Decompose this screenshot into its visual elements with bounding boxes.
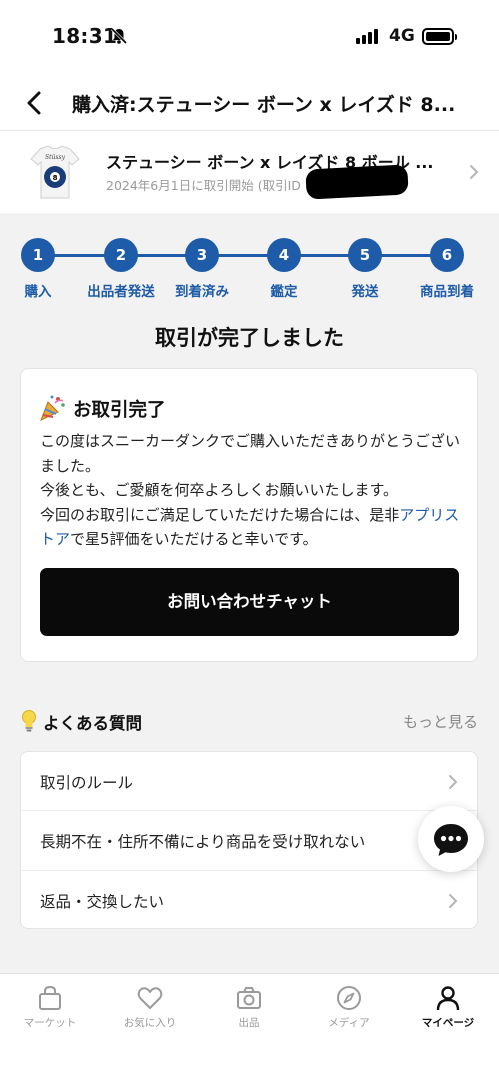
contact-chat-button[interactable]: お問い合わせチャット — [40, 568, 459, 636]
lightbulb-icon — [22, 710, 36, 732]
faq-item-label: 長期不在・住所不備により商品を受け取れない — [40, 833, 366, 852]
person-icon — [436, 986, 460, 1011]
product-name: ステューシー ボーン x レイズド 8 ボール ... — [106, 153, 434, 172]
faq-title: よくある質問 — [43, 714, 142, 733]
redaction-mark — [305, 164, 409, 200]
page-title: 購入済:ステューシー ボーン x レイズド 8... — [72, 94, 456, 116]
back-icon[interactable] — [20, 88, 50, 118]
tab-media[interactable]: メディア — [299, 984, 399, 1030]
step-number: 5 — [348, 238, 382, 272]
signal-icon — [356, 28, 378, 44]
chevron-right-icon — [449, 775, 458, 789]
faq-more-link[interactable]: もっと見る — [403, 711, 478, 732]
faq-item-cannot-receive[interactable]: 長期不在・住所不備により商品を受け取れない — [21, 811, 477, 871]
step-number: 3 — [185, 238, 219, 272]
tab-label: マイページ — [421, 1017, 475, 1029]
step-label: 鑑定 — [270, 284, 298, 300]
progress-steps: 1 購入 2 出品者発送 3 到着済み 4 鑑定 5 発送 6 商品到着 — [0, 238, 499, 304]
svg-text:8: 8 — [53, 174, 58, 182]
status-bar: 18:31 4G — [0, 0, 499, 76]
step-purchase: 1 購入 — [0, 238, 80, 300]
bell-muted-icon — [110, 27, 128, 45]
message-line-3: 今回のお取引にご満足していただけた場合には、是非 — [40, 505, 400, 524]
step-label: 到着済み — [175, 284, 229, 300]
product-date: 2024年6月1日に取引開始 (取引ID — [106, 178, 301, 193]
svg-text:Stüssy: Stüssy — [45, 154, 66, 161]
status-time: 18:31 — [52, 24, 118, 48]
floating-chat-button[interactable] — [418, 806, 484, 872]
tab-bar: マーケット お気に入り 出品 メディア マイページ — [0, 973, 499, 1080]
network-type: 4G — [389, 26, 415, 46]
compass-icon — [337, 986, 361, 1010]
step-number: 1 — [21, 238, 55, 272]
message-line-1: この度はスニーカーダンクでご購入いただきありがとうございました。 — [40, 432, 461, 475]
faq-item-label: 取引のルール — [40, 774, 134, 792]
faq-item-label: 返品・交換したい — [40, 892, 165, 911]
faq-header: よくある質問 もっと見る — [0, 706, 499, 736]
tab-sell[interactable]: 出品 — [199, 984, 299, 1030]
step-number: 2 — [104, 238, 138, 272]
battery-icon — [422, 28, 457, 45]
tab-label: 出品 — [238, 1017, 260, 1029]
step-arrived: 3 到着済み — [160, 238, 244, 300]
step-shipped: 5 発送 — [323, 238, 407, 300]
tab-label: お気に入り — [123, 1017, 177, 1029]
step-authentication: 4 鑑定 — [242, 238, 326, 300]
step-label: 発送 — [351, 284, 379, 300]
tab-label: マーケット — [23, 1017, 77, 1029]
chevron-right-icon — [449, 893, 458, 908]
product-thumbnail: Stüssy 8 — [30, 145, 80, 199]
step-number: 6 — [430, 238, 464, 272]
step-label: 出品者発送 — [87, 284, 155, 300]
tab-market[interactable]: マーケット — [0, 984, 100, 1030]
step-label: 購入 — [24, 284, 52, 300]
completion-card: お取引完了 この度はスニーカーダンクでご購入いただきありがとうございました。 今… — [20, 368, 478, 662]
faq-item-rules[interactable]: 取引のルール — [21, 752, 477, 812]
step-label: 商品到着 — [420, 284, 474, 300]
party-popper-icon — [40, 395, 65, 421]
tab-favorites[interactable]: お気に入り — [100, 984, 200, 1030]
nav-header: 購入済:ステューシー ボーン x レイズド 8... — [0, 76, 499, 131]
product-row[interactable]: Stüssy 8 ステューシー ボーン x レイズド 8 ボール ... 202… — [0, 131, 499, 213]
faq-item-return[interactable]: 返品・交換したい — [21, 871, 477, 928]
completion-title: 取引が完了しました — [155, 326, 344, 350]
faq-list: 取引のルール 長期不在・住所不備により商品を受け取れない 返品・交換したい — [20, 751, 478, 929]
shopping-bag-icon — [39, 985, 61, 1010]
message-line-3-end: で星5評価をいただけると幸いです。 — [70, 530, 318, 548]
tab-label: メディア — [328, 1017, 370, 1029]
step-number: 4 — [267, 238, 301, 272]
card-title: お取引完了 — [73, 400, 166, 421]
chat-bubble-icon — [434, 824, 468, 856]
camera-icon — [237, 987, 261, 1009]
tab-mypage[interactable]: マイページ — [398, 984, 498, 1030]
card-message: この度はスニーカーダンクでご購入いただきありがとうございました。 今後とも、ご愛… — [40, 429, 465, 552]
heart-icon — [137, 987, 163, 1009]
step-seller-shipped: 2 出品者発送 — [79, 238, 163, 300]
message-line-2: 今後とも、ご愛顧を何卒よろしくお願いいたします。 — [40, 481, 399, 499]
chevron-right-icon — [470, 165, 479, 179]
step-delivered: 6 商品到着 — [405, 238, 489, 300]
